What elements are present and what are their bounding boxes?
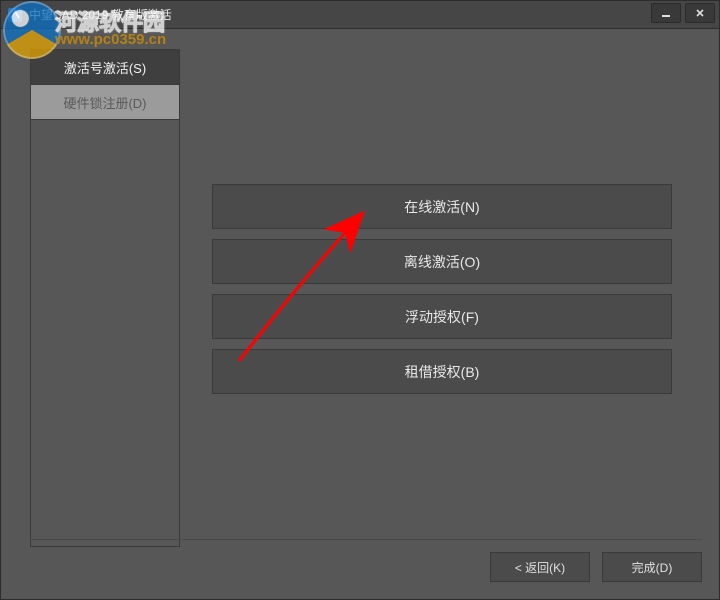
option-label: 离线激活(O) <box>404 252 480 272</box>
close-button[interactable] <box>685 3 715 23</box>
window-title: 中望CAD 2019 教育版激活 <box>29 6 172 23</box>
sidebar-tab-activation-code[interactable]: 激活号激活(S) <box>31 50 179 85</box>
sidebar-tab-hardware-lock[interactable]: 硬件锁注册(D) <box>31 85 179 120</box>
window-controls <box>651 1 719 28</box>
activation-options: 在线激活(N) 离线激活(O) 浮动授权(F) 租借授权(B) <box>212 184 672 404</box>
sidebar-tab-label: 激活号激活(S) <box>64 58 146 77</box>
option-label: 浮动授权(F) <box>405 307 479 327</box>
separator <box>30 539 702 540</box>
option-label: 在线激活(N) <box>404 197 479 217</box>
option-offline-activate[interactable]: 离线激活(O) <box>212 239 672 284</box>
back-button[interactable]: < 返回(K) <box>490 552 590 582</box>
app-icon <box>7 7 23 23</box>
window-frame: 中望CAD 2019 教育版激活 激活号激活(S) 硬件锁注册(D) 在线激活(… <box>0 0 720 600</box>
body-area: 激活号激活(S) 硬件锁注册(D) 在线激活(N) 离线激活(O) 浮动授权(F… <box>2 29 718 598</box>
button-label: < 返回(K) <box>515 559 565 576</box>
finish-button[interactable]: 完成(D) <box>602 552 702 582</box>
sidebar: 激活号激活(S) 硬件锁注册(D) <box>30 49 180 547</box>
option-label: 租借授权(B) <box>405 362 480 382</box>
footer: < 返回(K) 完成(D) <box>490 552 702 582</box>
sidebar-tab-label: 硬件锁注册(D) <box>63 93 146 112</box>
button-label: 完成(D) <box>632 559 673 576</box>
option-rental-license[interactable]: 租借授权(B) <box>212 349 672 394</box>
minimize-button[interactable] <box>651 3 681 23</box>
title-bar: 中望CAD 2019 教育版激活 <box>1 1 719 29</box>
option-online-activate[interactable]: 在线激活(N) <box>212 184 672 229</box>
option-floating-license[interactable]: 浮动授权(F) <box>212 294 672 339</box>
